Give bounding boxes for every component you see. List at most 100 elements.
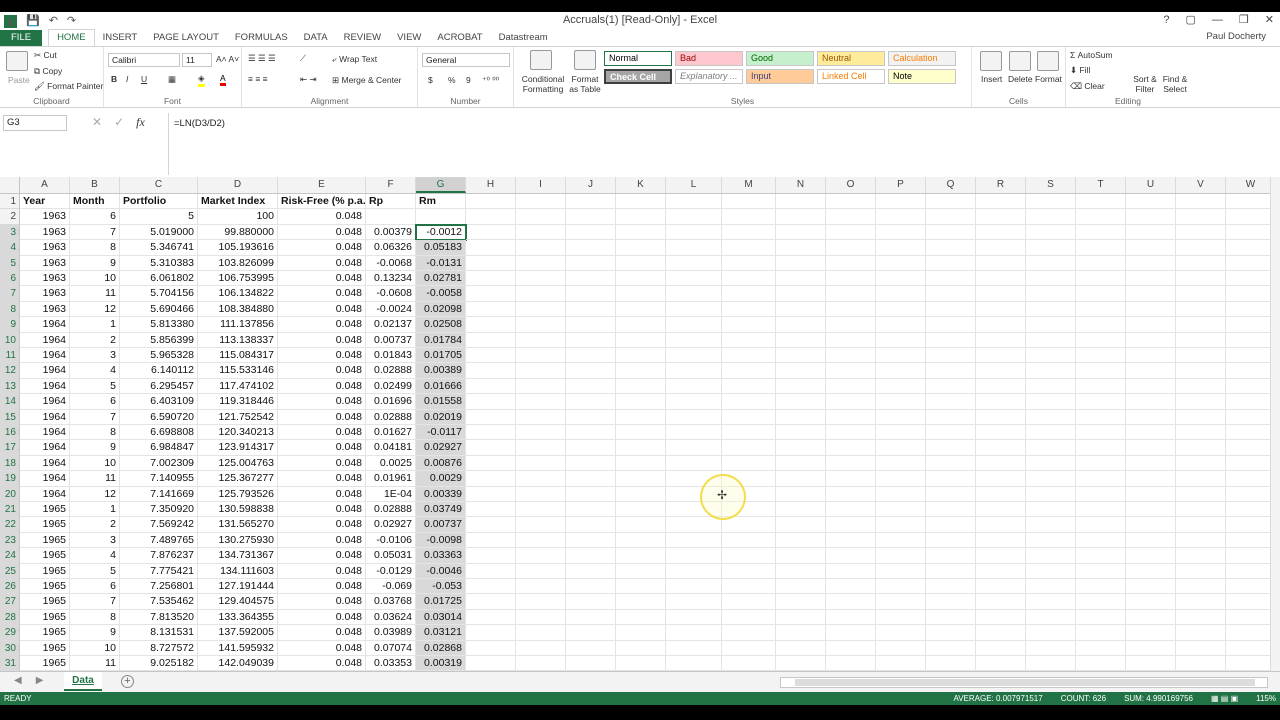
cell-g[interactable]: 0.0029 [416, 471, 466, 487]
cell-k[interactable] [616, 286, 666, 302]
cell-j[interactable] [566, 440, 616, 456]
cell-b[interactable]: 3 [70, 348, 120, 364]
cell-l[interactable] [666, 609, 722, 626]
cell-m[interactable] [722, 194, 776, 210]
cell-b[interactable]: 10 [70, 271, 120, 287]
cell-i[interactable] [516, 194, 566, 210]
cell-h[interactable] [466, 455, 516, 472]
cell-e[interactable]: 0.048 [278, 378, 366, 395]
cell-n[interactable] [776, 440, 826, 456]
cell-m[interactable] [722, 209, 776, 225]
cell-b[interactable]: 2 [70, 517, 120, 533]
cell-v[interactable] [1176, 286, 1226, 302]
restore-icon[interactable]: ❐ [1239, 13, 1249, 27]
cell-a[interactable]: 1964 [20, 409, 70, 425]
insert-cells-icon[interactable] [980, 51, 1002, 71]
cell-l[interactable] [666, 332, 722, 348]
cell-t[interactable] [1076, 224, 1126, 241]
clear-button[interactable]: ⌫ Clear [1070, 81, 1105, 92]
grow-font-icon[interactable]: A˄ A˅ [216, 54, 239, 64]
cell-k[interactable] [616, 609, 666, 626]
cell-style-explanatory[interactable]: Explanatory ... [675, 69, 743, 84]
cell-g[interactable]: 0.02868 [416, 640, 466, 656]
cell-j[interactable] [566, 271, 616, 287]
cell-l[interactable] [666, 640, 722, 656]
cell-k[interactable] [616, 394, 666, 410]
cell-s[interactable] [1026, 425, 1076, 441]
cell-c[interactable]: 5.813380 [120, 317, 198, 333]
cell-f[interactable]: 0.01843 [366, 348, 416, 364]
cell-v[interactable] [1176, 209, 1226, 225]
cell-j[interactable] [566, 348, 616, 364]
cell-w[interactable] [1226, 456, 1270, 472]
cell-h[interactable] [466, 425, 516, 441]
cell-n[interactable] [776, 209, 826, 225]
cell-m[interactable] [722, 394, 776, 410]
cell-m[interactable] [722, 255, 776, 271]
cell-c[interactable]: 9.025182 [120, 656, 198, 671]
cell-m[interactable] [722, 532, 776, 549]
cell-u[interactable] [1126, 502, 1176, 518]
cell-g[interactable]: -0.053 [416, 579, 466, 595]
cell-f[interactable]: 1E-04 [366, 486, 416, 502]
cell-l[interactable] [666, 317, 722, 333]
cell-g[interactable]: 0.02927 [416, 440, 466, 456]
cell-t[interactable] [1076, 301, 1126, 318]
cell-b[interactable]: 10 [70, 640, 120, 656]
cell-a[interactable]: 1964 [20, 363, 70, 379]
cell-d[interactable]: 130.275930 [198, 532, 278, 549]
cell-c[interactable]: 5.704156 [120, 286, 198, 302]
cell-i[interactable] [516, 609, 566, 626]
cell-w[interactable] [1226, 487, 1270, 502]
cell-e[interactable]: 0.048 [278, 348, 366, 364]
cell-t[interactable] [1076, 548, 1126, 564]
cell-u[interactable] [1126, 594, 1176, 610]
cell-b[interactable]: 8 [70, 240, 120, 256]
cell-n[interactable] [776, 348, 826, 364]
column-header-r[interactable]: R [976, 177, 1026, 193]
cell-m[interactable] [722, 455, 776, 472]
cell-n[interactable] [776, 240, 826, 256]
cell-g[interactable]: 0.03749 [416, 502, 466, 518]
cell-j[interactable] [566, 594, 616, 610]
cell-v[interactable] [1176, 502, 1226, 518]
cell-f[interactable]: -0.0129 [366, 563, 416, 579]
column-header-d[interactable]: D [198, 177, 278, 193]
cell-w[interactable] [1226, 348, 1270, 364]
cell-a[interactable]: 1964 [20, 332, 70, 348]
cell-d[interactable]: 131.565270 [198, 517, 278, 533]
cell-a[interactable]: 1965 [20, 625, 70, 641]
cell-o[interactable] [826, 532, 876, 549]
cell-m[interactable] [722, 517, 776, 533]
row-header[interactable]: 15 [0, 409, 20, 425]
cell-a[interactable]: 1964 [20, 455, 70, 472]
cell-u[interactable] [1126, 209, 1176, 225]
autosum-button[interactable]: Σ AutoSum [1070, 50, 1113, 60]
cell-p[interactable] [876, 517, 926, 533]
cell-k[interactable] [616, 532, 666, 549]
cell-a[interactable]: 1965 [20, 640, 70, 656]
cell-c[interactable]: 7.876237 [120, 548, 198, 564]
cell-j[interactable] [566, 194, 616, 210]
cell-h[interactable] [466, 194, 516, 210]
cell-d[interactable]: 142.049039 [198, 656, 278, 671]
cell-i[interactable] [516, 363, 566, 379]
cell-v[interactable] [1176, 625, 1226, 641]
column-header-p[interactable]: P [876, 177, 926, 193]
row-header[interactable]: 29 [0, 625, 20, 641]
cell-s[interactable] [1026, 640, 1076, 656]
cell-r[interactable] [976, 271, 1026, 287]
delete-button[interactable]: Delete [1008, 74, 1033, 84]
cell-c[interactable]: 6.403109 [120, 394, 198, 410]
cell-b[interactable]: 6 [70, 209, 120, 225]
cell-s[interactable] [1026, 594, 1076, 610]
cell-l[interactable] [666, 409, 722, 425]
wrap-text-button[interactable]: ⤶ Wrap Text [332, 54, 377, 65]
cell-o[interactable] [826, 609, 876, 626]
cell-t[interactable] [1076, 440, 1126, 456]
cell-f[interactable]: -0.0106 [366, 532, 416, 549]
cell-q[interactable] [926, 455, 976, 472]
cell-r[interactable] [976, 409, 1026, 425]
cell-g[interactable]: -0.0117 [416, 425, 466, 441]
cell-p[interactable] [876, 656, 926, 671]
